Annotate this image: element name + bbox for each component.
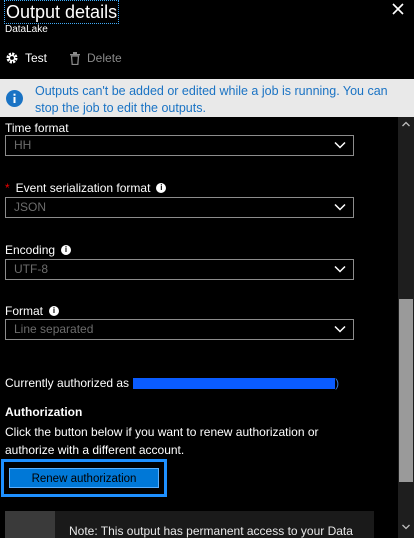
event-serialization-label: * Event serialization format i bbox=[5, 181, 167, 195]
vertical-scrollbar[interactable] bbox=[398, 117, 414, 538]
current-authorization-label: Currently authorized as bbox=[5, 376, 130, 390]
scroll-down-icon[interactable] bbox=[402, 524, 410, 530]
format-select[interactable]: Line separated bbox=[5, 319, 354, 340]
chevron-down-icon bbox=[334, 265, 346, 273]
format-label-text: Format bbox=[5, 304, 44, 318]
info-icon[interactable]: i bbox=[49, 306, 60, 316]
time-format-select[interactable]: HH bbox=[5, 135, 354, 156]
note-box: Note: This output has permanent access t… bbox=[5, 511, 374, 538]
trash-icon bbox=[70, 51, 81, 65]
authorization-heading: Authorization bbox=[5, 405, 83, 419]
time-format-label-text: Time format bbox=[5, 121, 69, 135]
format-value: Line separated bbox=[14, 322, 94, 336]
info-icon[interactable]: i bbox=[61, 245, 72, 255]
event-serialization-value: JSON bbox=[14, 200, 47, 214]
encoding-select[interactable]: UTF-8 bbox=[5, 259, 354, 280]
form-content: Time format HH * Event serialization for… bbox=[0, 117, 398, 538]
gear-icon bbox=[6, 52, 18, 64]
time-format-label: Time format bbox=[5, 121, 69, 135]
redacted-account bbox=[133, 378, 336, 390]
chevron-down-icon bbox=[334, 325, 346, 333]
panel-subtitle: DataLake bbox=[5, 24, 48, 35]
chevron-down-icon bbox=[334, 203, 346, 211]
chevron-down-icon bbox=[334, 141, 346, 149]
current-authorization: Currently authorized as) bbox=[5, 376, 339, 390]
scrollbar-thumb[interactable] bbox=[399, 299, 413, 482]
event-serialization-label-text: Event serialization format bbox=[15, 181, 151, 195]
note-thumbnail bbox=[5, 511, 55, 538]
delete-button[interactable]: Delete bbox=[69, 51, 122, 65]
account-paren: ) bbox=[335, 376, 340, 390]
encoding-value: UTF-8 bbox=[14, 262, 48, 276]
info-icon[interactable]: i bbox=[156, 183, 167, 193]
close-icon[interactable] bbox=[392, 0, 404, 20]
panel-title: Output details bbox=[3, 0, 120, 24]
command-bar: Test Delete bbox=[5, 51, 144, 65]
delete-label: Delete bbox=[87, 51, 122, 65]
test-label: Test bbox=[25, 51, 48, 65]
scroll-up-icon[interactable] bbox=[402, 121, 410, 127]
renew-button-highlight: Renew authorization bbox=[1, 459, 167, 497]
info-banner: Outputs can't be added or edited while a… bbox=[0, 79, 414, 117]
event-serialization-select[interactable]: JSON bbox=[5, 197, 354, 218]
format-label: Format i bbox=[5, 304, 60, 318]
encoding-label-text: Encoding bbox=[5, 243, 56, 257]
renew-authorization-button[interactable]: Renew authorization bbox=[9, 468, 159, 488]
info-banner-text: Outputs can't be added or edited while a… bbox=[35, 84, 388, 115]
test-button[interactable]: Test bbox=[5, 51, 47, 65]
time-format-value: HH bbox=[14, 138, 32, 152]
required-asterisk: * bbox=[5, 181, 10, 195]
info-icon bbox=[6, 90, 23, 107]
encoding-label: Encoding i bbox=[5, 243, 72, 257]
note-text: Note: This output has permanent access t… bbox=[69, 524, 353, 538]
authorization-description: Click the button below if you want to re… bbox=[5, 425, 319, 457]
